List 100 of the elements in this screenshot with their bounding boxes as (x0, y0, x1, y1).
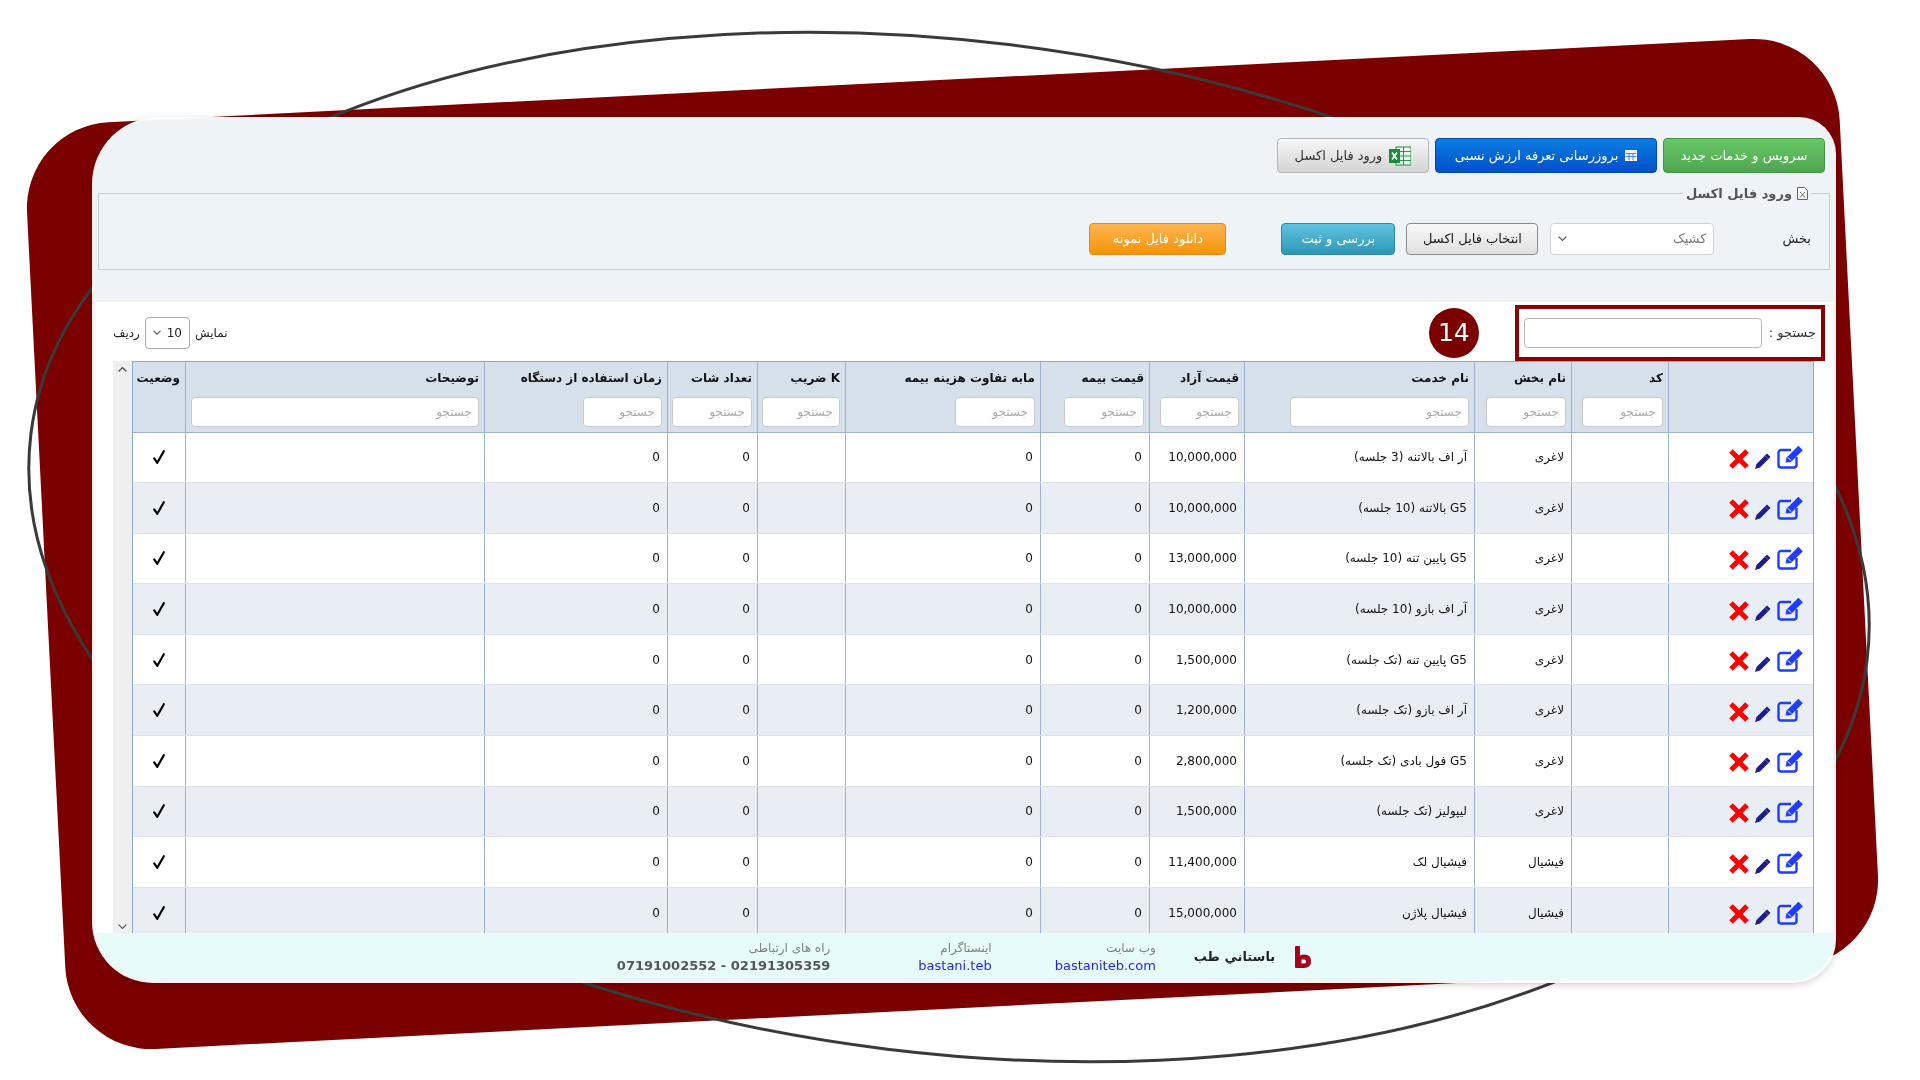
pencil-square-icon[interactable] (1777, 850, 1804, 875)
cross-icon[interactable] (1729, 802, 1749, 823)
filter-field[interactable]: جستجو (672, 396, 752, 427)
filter-field[interactable]: جستجو (1160, 396, 1239, 427)
service-name: آر اف بازو (10 جلسه) (1355, 602, 1467, 617)
page-length-label: نمایش (194, 325, 228, 340)
page-length-label: ردیف (113, 325, 140, 340)
pencil-icon[interactable] (1755, 807, 1771, 824)
difference-value: 0 (1025, 753, 1033, 768)
pencil-icon[interactable] (1755, 706, 1771, 723)
page-length-select[interactable]: 10 (144, 316, 190, 349)
pencil-icon[interactable] (1755, 453, 1771, 470)
shot-count: 0 (742, 551, 750, 566)
section-name: لاغری (1534, 804, 1564, 819)
insurance-price-value: 0 (1134, 703, 1142, 718)
usage-time: 0 (652, 551, 660, 566)
service-name: فیشیال لک (1412, 855, 1467, 870)
pencil-square-icon[interactable] (1777, 647, 1804, 672)
cross-icon[interactable] (1729, 752, 1749, 773)
difference-value: 0 (1025, 551, 1033, 566)
cross-icon[interactable] (1729, 701, 1749, 722)
pencil-square-icon[interactable] (1777, 597, 1804, 622)
pencil-icon[interactable] (1755, 908, 1771, 925)
insurance-price-value: 0 (1134, 500, 1142, 515)
pencil-icon[interactable] (1755, 756, 1771, 773)
column-heading: تعداد شات (690, 369, 752, 387)
pencil-icon[interactable] (1755, 858, 1771, 875)
shot-count: 0 (742, 804, 750, 819)
insurance-price-value: 0 (1134, 855, 1142, 870)
scrollbar[interactable] (113, 360, 132, 933)
column-heading: توضیحات (425, 369, 479, 387)
choose-file-button[interactable]: انتخاب فایل اکسل (1406, 222, 1539, 255)
pencil-square-icon[interactable] (1777, 546, 1804, 571)
difference-value: 0 (1025, 703, 1033, 718)
pencil-icon[interactable] (1755, 655, 1771, 672)
footer-label: وب سایت (1106, 940, 1156, 955)
filter-field[interactable]: جستجو (955, 396, 1035, 427)
chevron-up-icon[interactable] (118, 366, 127, 372)
cross-icon[interactable] (1729, 600, 1749, 621)
cross-icon[interactable] (1729, 499, 1749, 520)
section-name: لاغری (1534, 652, 1564, 667)
spreadsheet-icon (1389, 145, 1412, 166)
service-name: G5 بالاتنه (10 جلسه) (1358, 500, 1467, 515)
usage-time: 0 (652, 753, 660, 768)
pencil-icon[interactable] (1755, 503, 1771, 520)
footer-link[interactable]: bastani.teb (918, 957, 992, 973)
chevron-down-icon (152, 330, 161, 335)
pencil-icon[interactable] (1755, 605, 1771, 622)
usage-time: 0 (652, 602, 660, 617)
difference-value: 0 (1025, 602, 1033, 617)
service-name: آر اف بالاتنه (3 جلسه) (1354, 450, 1467, 465)
footer-link[interactable]: bastaniteb.com (1054, 957, 1156, 973)
price-value: 11,400,000 (1168, 855, 1237, 870)
pencil-icon[interactable] (1755, 554, 1771, 571)
shot-count: 0 (742, 500, 750, 515)
service-name: فیشیال پلاژن (1402, 905, 1467, 920)
usage-time: 0 (652, 703, 660, 718)
pencil-square-icon[interactable] (1777, 799, 1804, 824)
excel-import-button[interactable]: ورود فایل اکسل (1277, 138, 1429, 173)
filter-field[interactable]: جستجو (191, 396, 479, 427)
shot-count: 0 (742, 753, 750, 768)
column-heading: مابه تفاوت هزینه بیمه (904, 369, 1035, 387)
filter-field[interactable]: جستجو (762, 396, 840, 427)
search-label: جستجو : (1768, 325, 1816, 340)
logo-icon (1295, 945, 1312, 968)
document-icon (1797, 187, 1808, 200)
brand-name: باستاني طب (1193, 949, 1276, 964)
update-tariff-button[interactable]: بروزرسانی تعرفه ارزش نسبی (1435, 138, 1657, 173)
filter-field[interactable]: جستجو (583, 396, 662, 427)
section-legend: ورود فایل اکسل (1685, 185, 1792, 201)
column-heading: نام بخش (1513, 369, 1566, 387)
service-name: G5 پایین تنه (10 جلسه) (1345, 551, 1467, 566)
insurance-price-value: 0 (1134, 602, 1142, 617)
section-select[interactable]: کشیک (1550, 222, 1715, 255)
price-value: 10,000,000 (1168, 450, 1237, 465)
pencil-square-icon[interactable] (1777, 698, 1804, 723)
section-name: فیشیال (1527, 905, 1564, 920)
insurance-price-value: 0 (1134, 905, 1142, 920)
pencil-square-icon[interactable] (1777, 495, 1804, 520)
cross-icon[interactable] (1729, 550, 1749, 570)
difference-value: 0 (1025, 500, 1033, 515)
cross-icon[interactable] (1729, 853, 1749, 874)
filter-field[interactable]: جستجو (1064, 396, 1144, 427)
cross-icon[interactable] (1729, 448, 1749, 469)
usage-time: 0 (652, 804, 660, 819)
cross-icon[interactable] (1729, 904, 1749, 925)
insurance-price-value: 0 (1134, 804, 1142, 819)
cross-icon[interactable] (1729, 651, 1749, 672)
pencil-square-icon[interactable] (1777, 748, 1804, 773)
price-value: 2,800,000 (1175, 753, 1237, 768)
chevron-down-icon[interactable] (118, 924, 127, 929)
filter-field[interactable]: جستجو (1486, 396, 1566, 427)
pencil-square-icon[interactable] (1777, 445, 1804, 470)
pencil-square-icon[interactable] (1777, 900, 1804, 925)
filter-field[interactable]: جستجو (1290, 396, 1469, 427)
shot-count: 0 (742, 450, 750, 465)
filter-field[interactable]: جستجو (1582, 396, 1663, 427)
search-field[interactable] (1523, 317, 1762, 348)
price-value: 10,000,000 (1168, 500, 1237, 515)
table-icon (1625, 150, 1638, 161)
